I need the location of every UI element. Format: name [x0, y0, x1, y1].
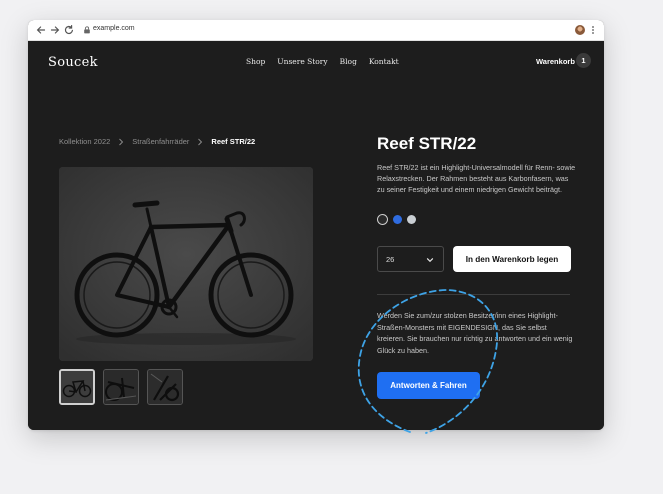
chevron-right-icon: [198, 138, 203, 145]
color-swatch-blue[interactable]: [393, 215, 402, 224]
thumbnail-3[interactable]: [147, 369, 183, 405]
thumbnail-bike-closeup: [148, 370, 182, 404]
forward-arrow-icon[interactable]: [49, 24, 61, 36]
kebab-menu-icon[interactable]: [591, 24, 595, 36]
breadcrumb-item-category[interactable]: Straßenfahrräder: [132, 137, 189, 146]
size-select[interactable]: 26: [377, 246, 444, 272]
add-to-cart-button[interactable]: In den Warenkorb legen: [453, 246, 571, 272]
thumbnail-1[interactable]: [59, 369, 95, 405]
thumbnail-2[interactable]: [103, 369, 139, 405]
breadcrumb-item-kollektion[interactable]: Kollektion 2022: [59, 137, 110, 146]
color-swatches: [377, 214, 416, 225]
avatar[interactable]: [575, 25, 585, 35]
nav-item-unsere-story[interactable]: Unsere Story: [277, 57, 327, 66]
breadcrumb: Kollektion 2022 Straßenfahrräder Reef ST…: [59, 137, 255, 146]
back-arrow-icon[interactable]: [35, 24, 47, 36]
thumbnail-bike-detail: [104, 370, 138, 404]
chevron-right-icon: [119, 138, 124, 145]
color-swatch-black[interactable]: [377, 214, 388, 225]
chevron-down-icon: [426, 258, 434, 263]
answer-and-ride-button[interactable]: Antworten & Fahren: [377, 372, 480, 399]
browser-toolbar: example.com: [28, 20, 604, 41]
cart-link[interactable]: Warenkorb: [536, 57, 575, 66]
product-description: Reef STR/22 ist ein Highlight-Universalm…: [377, 163, 576, 195]
bike-photo: [59, 167, 313, 361]
size-select-value: 26: [386, 254, 395, 264]
product-image[interactable]: [59, 167, 313, 361]
site-logo[interactable]: Soucek: [48, 55, 98, 70]
reload-icon[interactable]: [63, 24, 75, 36]
color-swatch-silver[interactable]: [407, 215, 416, 224]
product-page: Soucek Shop Unsere Story Blog Kontakt Wa…: [28, 41, 604, 430]
promo-text: Werden Sie zum/zur stolzen Besitzer/inn …: [377, 311, 573, 355]
main-navigation: Shop Unsere Story Blog Kontakt: [246, 57, 399, 66]
nav-item-kontakt[interactable]: Kontakt: [369, 57, 399, 66]
section-divider: [377, 294, 570, 295]
cart-count-badge[interactable]: 1: [576, 53, 591, 68]
thumbnail-strip: [59, 369, 183, 405]
browser-window: example.com Soucek Shop Unsere Story Blo…: [28, 20, 604, 430]
address-bar[interactable]: example.com: [93, 25, 135, 32]
lock-icon: [84, 26, 90, 34]
breadcrumb-item-current: Reef STR/22: [211, 137, 256, 146]
product-title: Reef STR/22: [377, 134, 477, 153]
nav-item-blog[interactable]: Blog: [340, 57, 357, 66]
nav-item-shop[interactable]: Shop: [246, 57, 265, 66]
thumbnail-bike-side: [61, 371, 93, 403]
